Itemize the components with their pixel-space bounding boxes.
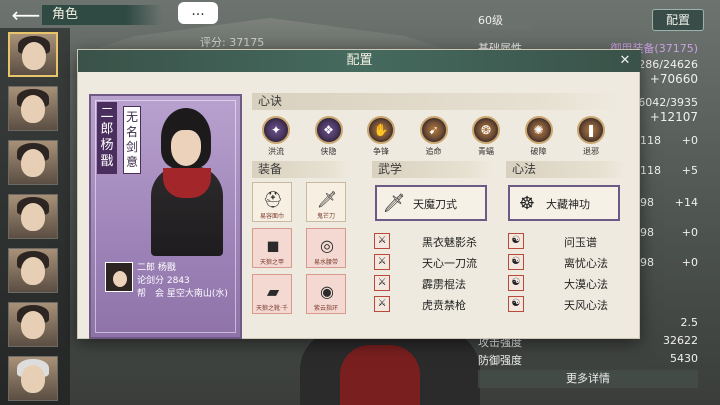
xinjue-skill[interactable]: ✋ 争锋 (361, 116, 401, 168)
mental-art-icon: ☯ (508, 296, 524, 312)
equipment-icon: ◉ (320, 281, 334, 301)
page-title: 角色 (42, 5, 162, 25)
wuxue-label: 霹雳棍法 (422, 278, 466, 291)
roster-item[interactable] (8, 248, 58, 293)
sword-icon: 🗡 (382, 192, 406, 214)
xinjue-skill[interactable]: ❖ 侠隐 (309, 116, 349, 168)
arrow-left-icon: ⟵ (11, 3, 41, 27)
skill-icon: ✦ (262, 116, 290, 144)
equipment-label: 易水腰带 (313, 259, 338, 266)
wuxue-label: 天心一刀流 (422, 257, 477, 270)
skill-label: 破障 (530, 147, 547, 156)
skill-label: 侠隐 (320, 147, 337, 156)
character-info-score: 论剑分 2843 (137, 276, 190, 286)
xinfa-item[interactable]: ☯ 离忧心法 (508, 253, 628, 271)
equipment-icon: ◼ (266, 235, 280, 255)
roster-item[interactable] (8, 356, 58, 401)
equipment-icon: ◎ (320, 235, 334, 255)
xinjue-skill[interactable]: ✦ 洪流 (256, 116, 296, 168)
skill-label: 青蝠 (478, 147, 494, 156)
equipment-slot[interactable]: ◉ 紫云指环 (306, 274, 346, 314)
score-display: 评分: 37175 (200, 36, 265, 49)
xinfa-item[interactable]: ☯ 问玉谱 (508, 232, 628, 250)
wuxue-label: 虎贲禁枪 (422, 299, 466, 312)
martial-art-icon: ⚔ (374, 233, 390, 249)
modal-title: 配置 (346, 53, 373, 68)
martial-art-icon: ⚔ (374, 296, 390, 312)
xinfa-label: 天风心法 (564, 299, 608, 312)
avatar (105, 262, 133, 292)
equipment-icon: ▰ (266, 281, 280, 301)
martial-art-icon: ⚔ (374, 254, 390, 270)
character-roster (0, 28, 70, 405)
wuxue-item[interactable]: ⚔ 虎贲禁枪 (374, 295, 494, 313)
skill-label: 争锋 (373, 147, 389, 156)
equipment-slot[interactable]: ◼ 天狼之甲 (252, 228, 292, 268)
martial-art-icon: ⚔ (374, 275, 390, 291)
xinjue-skill[interactable]: ❂ 青蝠 (466, 116, 506, 168)
stat-row: 防御强度 5430 (478, 352, 698, 367)
level-tag: 60级 (472, 12, 532, 30)
xinfa-label: 大漠心法 (564, 278, 608, 291)
equipment-label: 鬼芒刀 (316, 213, 335, 220)
equipment-icon: 🗡 (316, 189, 338, 209)
chat-button[interactable]: ... (178, 2, 218, 24)
character-card[interactable]: 二郎杨戬 无名剑意 二郎 杨戬 论剑分 2843 帮 会 星空大南山(水) (89, 94, 242, 339)
more-details-button[interactable]: 更多详情 (478, 370, 698, 388)
meditation-icon: ☸ (518, 192, 536, 214)
equipment-slot[interactable]: ◎ 易水腰带 (306, 228, 346, 268)
xinfa-main-slot[interactable]: ☸ 大藏神功 (508, 185, 620, 221)
xinjue-skill[interactable]: ✺ 破障 (519, 116, 559, 168)
wuxue-label: 黑衣魅影杀 (422, 236, 477, 249)
character-epithet-vertical: 无名剑意 (123, 106, 141, 174)
section-xinjue: 心诀 (252, 93, 620, 110)
character-name-vertical: 二郎杨戬 (97, 102, 117, 174)
skill-icon: ✋ (367, 116, 395, 144)
roster-item[interactable] (8, 140, 58, 185)
close-icon[interactable]: ✕ (617, 53, 633, 69)
skill-label: 退邪 (583, 147, 599, 156)
equipment-slot[interactable]: ▰ 天狼之靴·千 (252, 274, 292, 314)
wuxue-main-slot[interactable]: 🗡 天魔刀式 (375, 185, 487, 221)
character-info-name: 二郎 杨戬 (137, 263, 176, 273)
skill-icon: ❚ (577, 116, 605, 144)
wuxue-item[interactable]: ⚔ 霹雳棍法 (374, 274, 494, 292)
xinjue-skill[interactable]: ❚ 退邪 (571, 116, 611, 168)
roster-item[interactable] (8, 302, 58, 347)
skill-icon: ❖ (314, 116, 343, 144)
xinjue-skill[interactable]: ➹ 追命 (414, 116, 454, 168)
skill-label: 追命 (425, 147, 442, 156)
mental-art-icon: ☯ (508, 233, 524, 249)
wuxue-item[interactable]: ⚔ 天心一刀流 (374, 253, 494, 271)
back-button[interactable]: ⟵ (6, 3, 46, 27)
equipment-label: 易容面巾 (259, 213, 284, 220)
xinfa-item[interactable]: ☯ 大漠心法 (508, 274, 628, 292)
skill-icon: ✺ (524, 116, 553, 144)
equipment-label: 紫云指环 (313, 305, 338, 312)
wuxue-item[interactable]: ⚔ 黑衣魅影杀 (374, 232, 494, 250)
skill-icon: ❂ (472, 116, 500, 144)
character-portrait (141, 104, 231, 256)
character-info-guild: 帮 会 星空大南山(水) (137, 289, 228, 299)
roster-item[interactable] (8, 86, 58, 131)
equipment-icon: ⛑ (262, 189, 284, 209)
xinfa-label: 离忧心法 (564, 257, 608, 270)
skill-icon: ➹ (419, 116, 448, 144)
equipment-label: 天狼之靴·千 (256, 305, 288, 312)
xinfa-item[interactable]: ☯ 天风心法 (508, 295, 628, 313)
mental-art-icon: ☯ (508, 254, 524, 270)
mental-art-icon: ☯ (508, 275, 524, 291)
skill-label: 洪流 (268, 147, 284, 156)
equipment-slot[interactable]: 🗡 鬼芒刀 (306, 182, 346, 222)
config-modal: 配置 ✕ 二郎杨戬 无名剑意 二郎 杨戬 论剑分 2843 帮 会 星空大南山(… (77, 49, 641, 339)
xinfa-label: 问玉谱 (564, 236, 597, 249)
roster-item[interactable] (8, 32, 58, 77)
background-character-robe (340, 345, 420, 405)
character-info: 二郎 杨戬 论剑分 2843 帮 会 星空大南山(水) (105, 256, 235, 326)
roster-item[interactable] (8, 194, 58, 239)
equipment-label: 天狼之甲 (259, 259, 284, 266)
equipment-slot[interactable]: ⛑ 易容面巾 (252, 182, 292, 222)
modal-header: 配置 (78, 50, 641, 72)
